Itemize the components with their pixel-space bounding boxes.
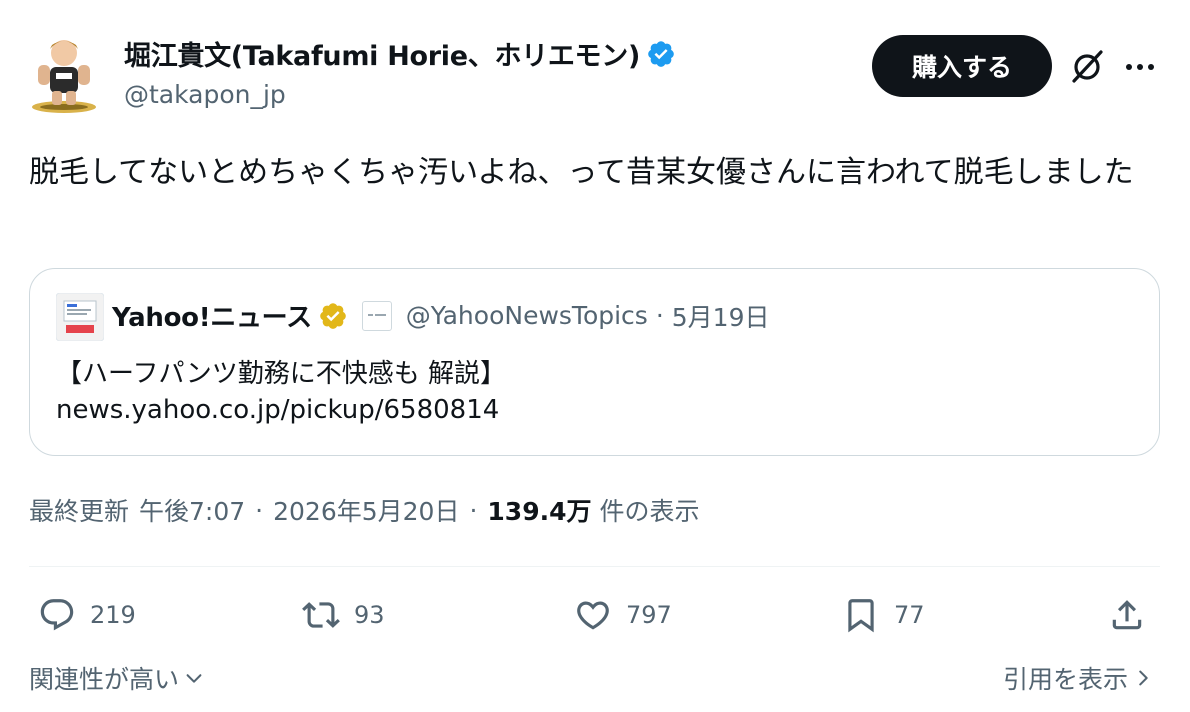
grok-icon[interactable] (1068, 48, 1106, 86)
more-icon[interactable] (1122, 52, 1158, 82)
verified-gold-badge-icon (319, 302, 346, 329)
sort-replies-dropdown[interactable]: 関連性が高い (29, 660, 205, 696)
like-count: 797 (626, 601, 672, 629)
divider (29, 566, 1160, 567)
chevron-right-icon (1139, 670, 1148, 686)
reply-count: 219 (90, 601, 136, 629)
reply-button[interactable]: 219 (38, 594, 136, 636)
separator-dot: · (469, 495, 478, 525)
bookmark-button[interactable]: 77 (842, 594, 925, 636)
share-icon (1112, 600, 1142, 630)
separator-dot: · (255, 495, 264, 525)
sort-label: 関連性が高い (29, 665, 180, 694)
quoted-post-link[interactable]: news.yahoo.co.jp/pickup/6580814 (56, 395, 499, 425)
post-detail: 堀江貴文(Takafumi Horie、ホリエモン) @takapon_jp 購… (0, 0, 1190, 712)
post-text: 脱毛してないとめちゃくちゃ汚いよね、って昔某女優さんに言われて脱毛しました (29, 155, 1134, 190)
affiliate-badge-icon (361, 300, 392, 331)
quoted-post[interactable]: Yahoo!ニュース @YahooNewsTopics · 5月19日 【ハーフ… (29, 268, 1160, 456)
verified-badge-icon (648, 40, 674, 67)
yahoo-news-avatar (56, 293, 104, 341)
like-button[interactable]: 797 (574, 594, 672, 636)
quoted-post-header: Yahoo!ニュース @YahooNewsTopics · 5月19日 (112, 297, 770, 334)
quoted-author-handle: @YahooNewsTopics (405, 301, 648, 330)
views-count: 139.4万 (487, 497, 592, 526)
updated-label: 最終更新 (29, 497, 130, 526)
retweet-button[interactable]: 93 (302, 594, 385, 636)
heart-icon (577, 601, 609, 630)
buy-button[interactable]: 購入する (872, 35, 1052, 97)
post-date[interactable]: 2026年5月20日 (273, 492, 459, 528)
views-label: 件の表示 (599, 497, 700, 526)
separator-dot: · (655, 301, 664, 330)
bookmark-count: 77 (894, 601, 925, 629)
reply-icon (40, 599, 74, 631)
author-name-row: 堀江貴文(Takafumi Horie、ホリエモン) (124, 34, 676, 73)
quoted-author-name: Yahoo!ニュース (112, 303, 312, 333)
retweet-icon (302, 602, 340, 628)
author-display-name[interactable]: 堀江貴文(Takafumi Horie、ホリエモン) (124, 34, 640, 73)
chevron-down-icon (186, 674, 202, 683)
bookmark-icon (848, 599, 874, 633)
author-handle[interactable]: @takapon_jp (124, 80, 286, 109)
post-time[interactable]: 午後7:07 (139, 492, 245, 528)
quoted-post-date: 5月19日 (671, 302, 770, 332)
view-quotes-label: 引用を表示 (1002, 665, 1128, 694)
share-button[interactable] (1108, 594, 1146, 636)
view-quotes-link[interactable]: 引用を表示 (1003, 660, 1154, 696)
quoted-post-title: 【ハーフパンツ勤務に不快感も 解説】 (56, 359, 507, 389)
post-meta: 最終更新 午後7:07 · 2026年5月20日 · 139.4万 件の表示 (29, 492, 700, 528)
retweet-count: 93 (354, 601, 385, 629)
author-avatar[interactable] (28, 33, 100, 113)
